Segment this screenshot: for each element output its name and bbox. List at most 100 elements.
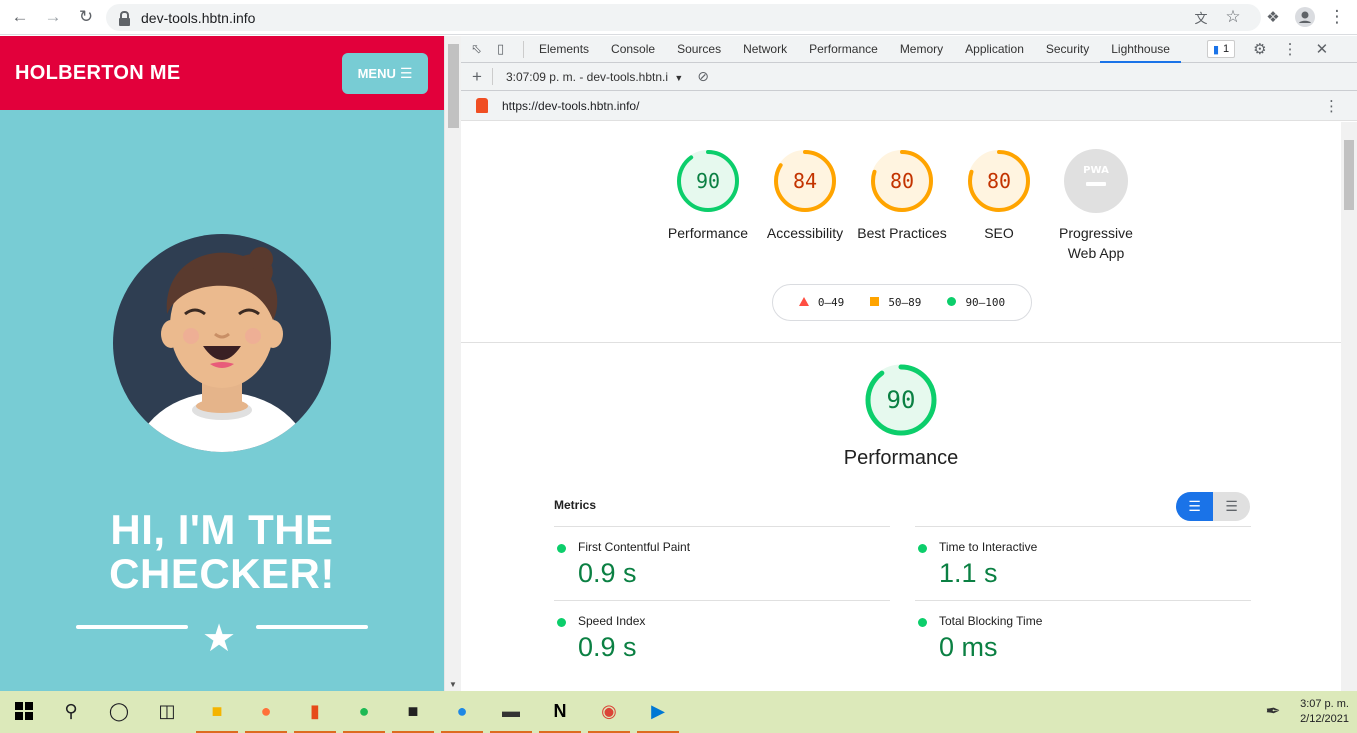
address-text: dev-tools.hbtn.info bbox=[141, 9, 256, 26]
issues-count: 1 bbox=[1223, 43, 1230, 55]
close-devtools-icon[interactable]: ✕ bbox=[1316, 40, 1329, 58]
legend-pass-label: 90–100 bbox=[965, 295, 1006, 309]
site-logo[interactable]: HOLBERTON ME bbox=[15, 62, 180, 85]
score-gauge-best-practices[interactable]: 80 Best Practices bbox=[852, 149, 952, 243]
devtools-tab-security[interactable]: Security bbox=[1035, 36, 1100, 63]
metric-label: Speed Index bbox=[578, 614, 646, 628]
devtools-tab-lighthouse[interactable]: Lighthouse bbox=[1100, 36, 1181, 63]
office-icon[interactable]: ▮ bbox=[302, 698, 328, 724]
devtools-tab-network[interactable]: Network bbox=[732, 36, 798, 63]
page-scrollbar[interactable]: ▼ bbox=[444, 36, 461, 691]
score-gauge-progressive-web-app[interactable]: PWA Progressive Web App bbox=[1046, 149, 1146, 263]
inspect-element-icon[interactable]: ⬁ bbox=[471, 41, 491, 57]
site-header: HOLBERTON ME MENU ☰ bbox=[0, 36, 444, 110]
extensions-icon[interactable]: ❖ bbox=[1262, 6, 1284, 28]
lighthouse-toolbar: + 3:07:09 p. m. - dev-tools.hbtn.i ▼ ⊘ bbox=[461, 63, 1357, 91]
vscode-icon[interactable]: ▶ bbox=[645, 698, 671, 724]
gauge-label: Progressive Web App bbox=[1059, 225, 1133, 261]
metric-label: Time to Interactive bbox=[939, 540, 1038, 554]
metric-speed-index: Speed Index 0.9 s bbox=[554, 600, 890, 674]
task-view-icon[interactable]: ◫ bbox=[154, 698, 180, 724]
browser-toolbar: ← → ↻ dev-tools.hbtn.info 文 ☆ ❖ ⋮ bbox=[0, 0, 1357, 35]
metric-value: 0 ms bbox=[939, 632, 998, 662]
notion-icon[interactable]: N bbox=[547, 698, 573, 724]
metrics-view-toggle[interactable]: ☰ ☰ bbox=[1176, 492, 1250, 521]
gauge-score: 84 bbox=[792, 169, 818, 193]
file-explorer-icon[interactable]: ■ bbox=[204, 698, 230, 724]
devtools-tab-sources[interactable]: Sources bbox=[666, 36, 732, 63]
section-title: Performance bbox=[843, 447, 959, 469]
expanded-view-icon[interactable]: ☰ bbox=[1213, 492, 1250, 521]
search-icon[interactable]: ⚲ bbox=[58, 698, 84, 724]
chrome-icon[interactable]: ◉ bbox=[596, 698, 622, 724]
issues-badge[interactable]: ▮ 1 bbox=[1206, 40, 1236, 58]
metric-value: 0.9 s bbox=[578, 632, 637, 662]
score-gauge-accessibility[interactable]: 84 Accessibility bbox=[755, 149, 855, 243]
settings-gear-icon[interactable]: ⚙ bbox=[1253, 40, 1266, 58]
report-url[interactable]: https://dev-tools.hbtn.info/ bbox=[502, 99, 639, 113]
gauge-score: 80 bbox=[889, 169, 915, 193]
devtools-tab-memory[interactable]: Memory bbox=[889, 36, 954, 63]
bookmark-star-icon[interactable]: ☆ bbox=[1222, 6, 1244, 28]
score-gauge-performance[interactable]: 90 Performance bbox=[658, 149, 758, 243]
back-icon[interactable]: ← bbox=[9, 6, 31, 28]
pwa-icon: PWA bbox=[1064, 149, 1128, 213]
metrics-heading: Metrics bbox=[554, 498, 597, 512]
address-bar[interactable]: dev-tools.hbtn.info bbox=[106, 4, 1261, 31]
report-menu-icon[interactable]: ⋮ bbox=[1324, 97, 1339, 115]
pen-icon[interactable]: ✒ bbox=[1260, 698, 1286, 724]
terminal-icon[interactable]: ▬ bbox=[498, 698, 524, 724]
web-page: HOLBERTON ME MENU ☰ HI, I'M THE CHECKER!… bbox=[0, 36, 444, 691]
toolbar-divider bbox=[491, 68, 493, 85]
page-scrollbar-thumb[interactable] bbox=[448, 44, 459, 128]
score-gauge-seo[interactable]: 80 SEO bbox=[949, 149, 1049, 243]
clear-reports-icon[interactable]: ⊘ bbox=[697, 68, 709, 85]
metric-value: 1.1 s bbox=[939, 558, 998, 588]
dropdown-arrow-icon: ▼ bbox=[674, 72, 684, 83]
devtools-tab-performance[interactable]: Performance bbox=[798, 36, 889, 63]
system-clock[interactable]: 3:07 p. m. 2/12/2021 bbox=[1300, 697, 1349, 727]
devtools-menu-icon[interactable]: ⋮ bbox=[1283, 40, 1298, 58]
firefox-icon[interactable]: ● bbox=[253, 698, 279, 724]
forward-icon[interactable]: → bbox=[42, 6, 64, 28]
profile-icon[interactable] bbox=[1294, 6, 1316, 28]
reload-icon[interactable]: ↻ bbox=[75, 6, 97, 28]
device-toolbar-icon[interactable]: ▯ bbox=[497, 41, 523, 57]
firefox-developer-icon[interactable]: ● bbox=[449, 698, 475, 724]
cortana-icon[interactable]: ◯ bbox=[106, 698, 132, 724]
report-select[interactable]: 3:07:09 p. m. - dev-tools.hbtn.i ▼ bbox=[506, 70, 683, 84]
sticky-notes-icon[interactable]: ■ bbox=[400, 698, 426, 724]
legend-fail-label: 0–49 bbox=[817, 295, 845, 309]
translate-icon[interactable]: 文 bbox=[1190, 6, 1212, 28]
legend-fail: 0–49 bbox=[798, 295, 845, 310]
tabbar-divider bbox=[523, 40, 524, 58]
section-separator bbox=[461, 342, 1341, 343]
new-report-icon[interactable]: + bbox=[472, 67, 482, 87]
legend-average: 50–89 bbox=[870, 296, 921, 310]
scroll-down-icon[interactable]: ▼ bbox=[449, 680, 457, 689]
devtools-scrollbar[interactable] bbox=[1341, 122, 1357, 691]
devtools-scrollbar-thumb[interactable] bbox=[1344, 140, 1354, 210]
metric-value: 0.9 s bbox=[578, 558, 637, 588]
report-select-value: 3:07:09 p. m. - dev-tools.hbtn.i bbox=[505, 69, 669, 84]
score-legend: 0–49 50–89 90–100 bbox=[772, 284, 1032, 321]
report-url-bar: https://dev-tools.hbtn.info/ ⋮ bbox=[461, 91, 1357, 121]
browser-menu-icon[interactable]: ⋮ bbox=[1326, 6, 1348, 28]
windows-start-icon[interactable] bbox=[11, 698, 37, 724]
divider-right bbox=[256, 625, 368, 629]
clock-date: 2/12/2021 bbox=[1300, 713, 1349, 725]
gauge-label: Best Practices bbox=[857, 225, 947, 241]
svg-text:PWA: PWA bbox=[1083, 165, 1109, 176]
hamburger-icon: ☰ bbox=[399, 64, 413, 81]
menu-button[interactable]: MENU ☰ bbox=[342, 52, 428, 94]
avatar bbox=[113, 234, 331, 452]
spotify-icon[interactable]: ● bbox=[351, 698, 377, 724]
compact-view-icon[interactable]: ☰ bbox=[1176, 492, 1213, 521]
devtools-tab-console[interactable]: Console bbox=[600, 36, 666, 63]
metric-label: First Contentful Paint bbox=[578, 540, 691, 554]
circle-icon bbox=[947, 296, 957, 309]
devtools-tab-elements[interactable]: Elements bbox=[528, 36, 600, 63]
lighthouse-logo-icon bbox=[476, 98, 488, 113]
devtools-tab-application[interactable]: Application bbox=[954, 36, 1035, 63]
devtools-tab-list: Elements Console Sources Network Performance… bbox=[528, 36, 1181, 63]
